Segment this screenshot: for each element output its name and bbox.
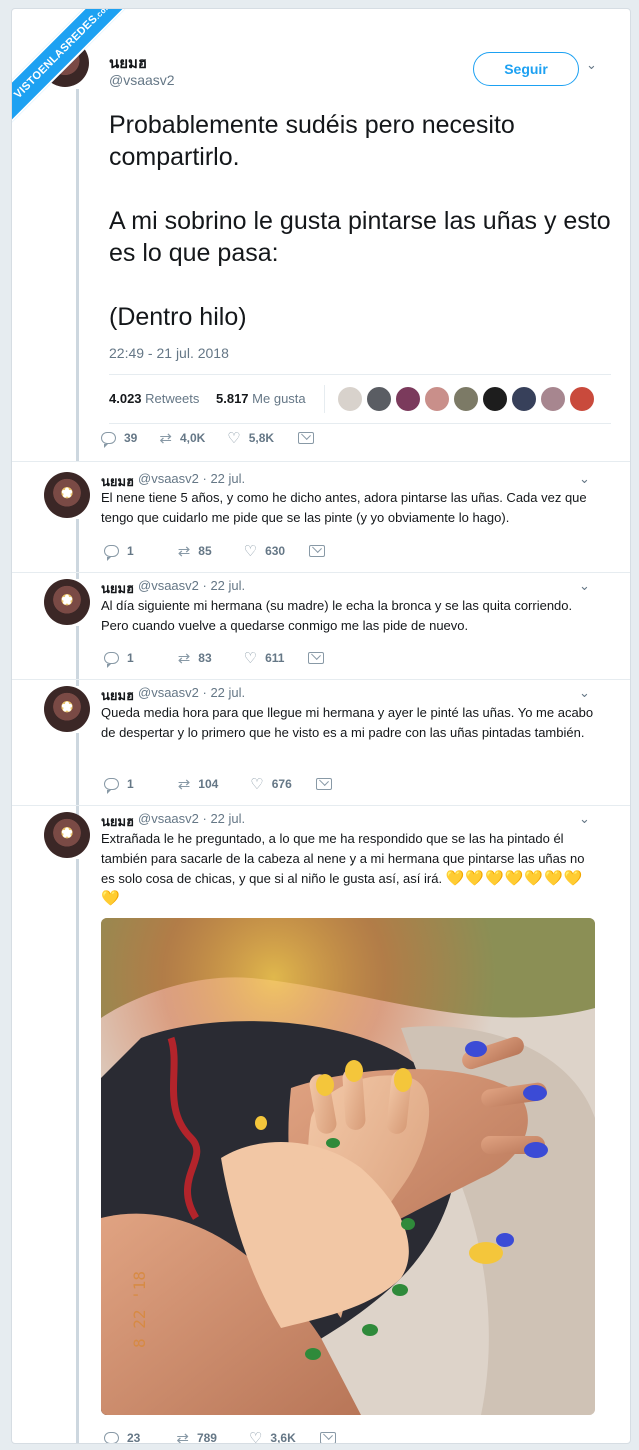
avatar[interactable]: ✿	[44, 812, 90, 858]
liker-avatar[interactable]	[366, 386, 392, 412]
reply-button[interactable]: 1	[104, 777, 134, 794]
liker-avatar[interactable]	[482, 386, 508, 412]
chevron-down-icon[interactable]: ⌄	[579, 578, 590, 594]
heart-icon: ♡	[248, 1430, 263, 1444]
reply-button[interactable]: 39	[101, 431, 137, 448]
reply-button[interactable]: 23	[104, 1431, 140, 1443]
retweet-icon: ⇄	[177, 776, 191, 793]
heart-icon: ♡	[243, 650, 258, 667]
message-icon	[309, 545, 326, 557]
thread-line	[76, 519, 79, 579]
tweet-thread-card: VISTOENLASREDES.com ✿ นยมฮ @vsaasv2 Segu…	[11, 8, 631, 1444]
retweet-button[interactable]: ⇄ 4,0K	[159, 429, 205, 447]
tweet-text: Extrañada le he preguntado, a lo que me …	[101, 831, 585, 907]
like-button[interactable]: ♡ 676	[250, 775, 291, 793]
message-icon	[319, 1432, 336, 1443]
reply-icon	[104, 545, 119, 561]
user-handle[interactable]: @vsaasv2 · 22 jul.	[138, 578, 245, 593]
tweet-text: El nene tiene 5 años, y como he dicho an…	[101, 490, 587, 525]
retweet-button[interactable]: ⇄ 85	[178, 542, 212, 560]
liker-avatar[interactable]	[424, 386, 450, 412]
retweet-icon: ⇄	[176, 1430, 189, 1444]
message-button[interactable]	[314, 778, 340, 790]
liker-avatar[interactable]	[453, 386, 479, 412]
thread-line	[76, 89, 79, 461]
retweet-button[interactable]: ⇄ 83	[178, 649, 212, 667]
divider	[12, 461, 630, 462]
tweet-actions: 23 ⇄ 789 ♡ 3,6K	[104, 1429, 366, 1444]
reply-button[interactable]: 1	[104, 651, 134, 668]
tweet-text: Al día siguiente mi hermana (su madre) l…	[101, 598, 573, 633]
retweet-button[interactable]: ⇄ 789	[176, 1429, 217, 1444]
likes-stat[interactable]: 5.817 Me gusta	[216, 391, 306, 406]
liker-avatar[interactable]	[540, 386, 566, 412]
tweet-actions: 1 ⇄ 83 ♡ 611	[104, 649, 354, 668]
message-icon	[298, 432, 315, 444]
tweet-text: Queda media hora para que llegue mi herm…	[101, 705, 594, 740]
tweet-actions: 1 ⇄ 104 ♡ 676	[104, 775, 362, 794]
divider	[12, 805, 630, 806]
chevron-down-icon[interactable]: ⌄	[579, 811, 590, 827]
reply-icon	[104, 652, 119, 668]
like-button[interactable]: ♡ 5,8K	[227, 429, 274, 447]
thread-line	[76, 626, 79, 686]
like-button[interactable]: ♡ 630	[244, 542, 285, 560]
retweet-button[interactable]: ⇄ 104	[178, 775, 219, 793]
reply-icon	[104, 1432, 119, 1443]
watermark-ribbon: VISTOENLASREDES.com	[12, 9, 142, 139]
reply-button[interactable]: 1	[104, 544, 134, 561]
heart-icon: ♡	[227, 430, 241, 447]
liker-avatar[interactable]	[337, 386, 363, 412]
heart-icon: ♡	[243, 543, 258, 560]
liker-avatar[interactable]	[569, 386, 595, 412]
liker-avatar[interactable]	[511, 386, 537, 412]
engagement-stats: 4.023 Retweets 5.817 Me gusta	[109, 374, 611, 424]
painted-nails-photo: 8 22 '18	[101, 918, 595, 1415]
user-handle[interactable]: @vsaasv2 · 22 jul.	[138, 811, 245, 826]
tweet-timestamp[interactable]: 22:49 - 21 jul. 2018	[109, 345, 229, 361]
avatar[interactable]: ✿	[44, 472, 90, 518]
reply-icon	[101, 432, 116, 448]
retweet-icon: ⇄	[177, 543, 191, 560]
message-icon	[315, 778, 332, 790]
message-icon	[308, 652, 325, 664]
user-handle[interactable]: @vsaasv2 · 22 jul.	[138, 471, 245, 486]
thread-line	[76, 859, 79, 1443]
message-button[interactable]	[296, 432, 322, 444]
divider	[324, 385, 325, 413]
avatar[interactable]: ✿	[44, 579, 90, 625]
liker-avatar[interactable]	[395, 386, 421, 412]
message-button[interactable]	[307, 545, 333, 557]
tweet-photo[interactable]: 8 22 '18	[101, 918, 595, 1415]
avatar[interactable]: ✿	[44, 686, 90, 732]
divider	[12, 572, 630, 573]
follow-button[interactable]: Seguir	[473, 52, 579, 86]
like-button[interactable]: ♡ 611	[244, 649, 285, 667]
message-button[interactable]	[306, 652, 332, 664]
tweet-actions: 1 ⇄ 85 ♡ 630	[104, 542, 355, 561]
divider	[12, 679, 630, 680]
chevron-down-icon[interactable]: ⌄	[586, 57, 597, 73]
message-button[interactable]	[318, 1432, 344, 1443]
retweet-icon: ⇄	[159, 430, 172, 447]
chevron-down-icon[interactable]: ⌄	[579, 471, 590, 487]
reply-icon	[104, 778, 119, 794]
like-button[interactable]: ♡ 3,6K	[248, 1429, 296, 1444]
photo-date-stamp: 8 22 '18	[130, 1271, 149, 1348]
retweets-stat[interactable]: 4.023 Retweets	[109, 391, 199, 406]
tweet-text: Probablemente sudéis pero necesito compa…	[109, 111, 611, 331]
heart-icon: ♡	[250, 776, 264, 793]
tweet-actions: 39 ⇄ 4,0K ♡ 5,8K	[101, 429, 344, 448]
user-handle[interactable]: @vsaasv2 · 22 jul.	[138, 685, 245, 700]
retweet-icon: ⇄	[177, 650, 191, 667]
chevron-down-icon[interactable]: ⌄	[579, 685, 590, 701]
